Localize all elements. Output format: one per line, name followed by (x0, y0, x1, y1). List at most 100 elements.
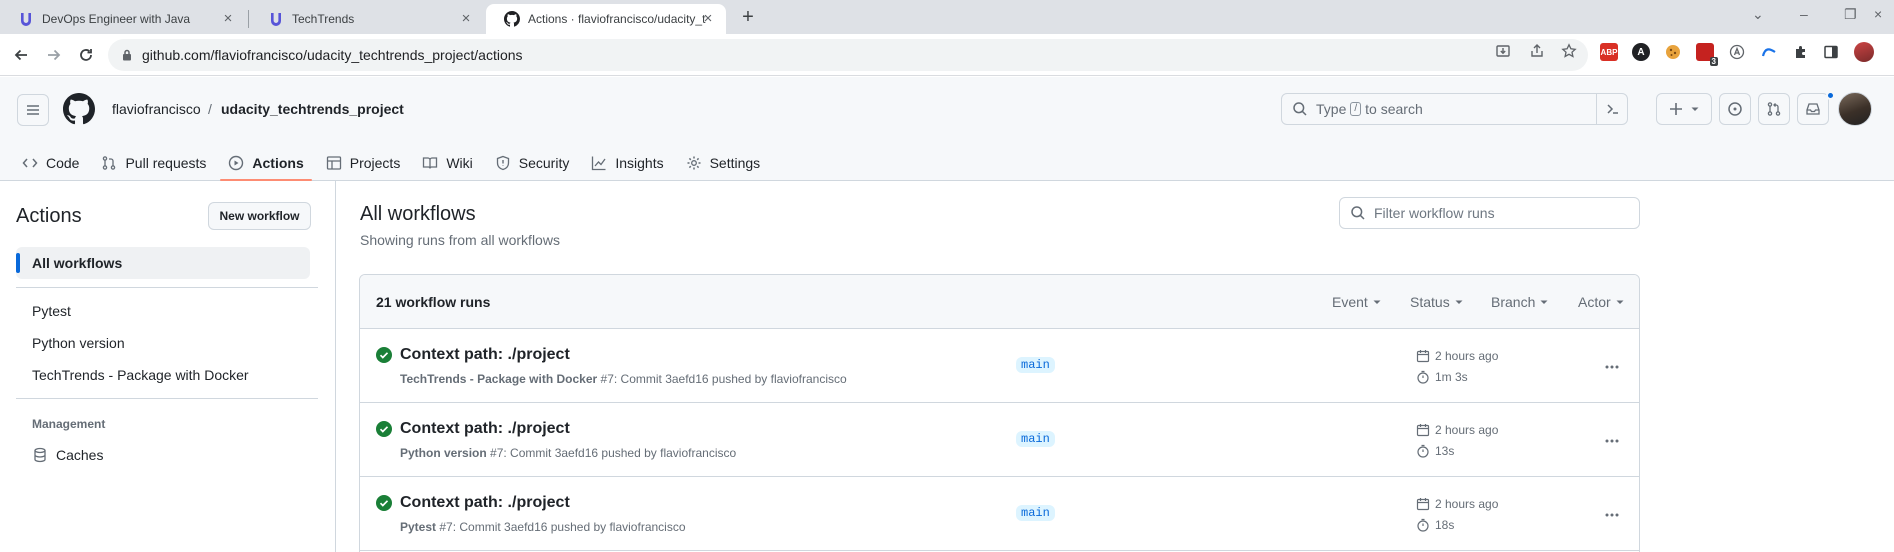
close-tab-icon[interactable]: × (700, 11, 716, 27)
github-logo-icon[interactable] (63, 93, 95, 125)
forward-icon[interactable] (43, 44, 65, 66)
workflow-runs-header: 21 workflow runs Event Status Branch Act… (360, 275, 1639, 329)
issues-button[interactable] (1719, 93, 1751, 125)
breadcrumb-owner[interactable]: flaviofrancisco (112, 101, 201, 117)
reload-icon[interactable] (75, 44, 97, 66)
tab-wiki[interactable]: Wiki (414, 145, 480, 181)
extensions-puzzle-icon[interactable] (1792, 43, 1810, 61)
run-timestamp: 2 hours ago (1416, 349, 1498, 363)
tab-insights[interactable]: Insights (583, 145, 671, 181)
side-panel-icon[interactable] (1822, 43, 1840, 61)
tab-label: Projects (349, 155, 401, 171)
minimize-icon[interactable]: – (1800, 6, 1808, 22)
filter-workflow-runs-input[interactable]: Filter workflow runs (1339, 197, 1640, 229)
tab-label: Security (518, 155, 570, 171)
sidebar-item-python-version[interactable]: Python version (16, 327, 310, 359)
chevron-down-icon (1691, 107, 1699, 111)
breadcrumb-repo[interactable]: udacity_techtrends_project (221, 101, 404, 117)
browser-tabstrip: DevOps Engineer with Java × TechTrends ×… (0, 0, 1894, 34)
close-tab-icon[interactable]: × (458, 11, 474, 27)
menu-icon[interactable] (17, 94, 49, 126)
close-window-icon[interactable]: × (1874, 6, 1882, 22)
create-new-button[interactable] (1656, 93, 1712, 125)
shield-icon (495, 155, 511, 171)
sidebar-item-caches[interactable]: Caches (16, 439, 310, 471)
table-icon (326, 155, 342, 171)
search-placeholder-suffix: to search (1365, 101, 1423, 117)
tab-label: Settings (709, 155, 761, 171)
kebab-menu-icon[interactable] (1600, 503, 1624, 527)
sidebar-item-label: Pytest (32, 303, 71, 319)
sidebar-item-all-workflows[interactable]: All workflows (16, 247, 310, 279)
new-workflow-button[interactable]: New workflow (208, 202, 311, 230)
branch-label[interactable]: main (1016, 357, 1055, 373)
search-icon (1350, 205, 1366, 221)
share-icon[interactable] (1528, 42, 1546, 60)
branch-label[interactable]: main (1016, 505, 1055, 521)
run-title[interactable]: Context path: ./project (400, 420, 570, 438)
tab-search-icon[interactable]: ⌄ (1752, 6, 1764, 23)
tab-label: Code (46, 155, 80, 171)
wave-extension-icon[interactable] (1760, 43, 1778, 61)
adblock-icon[interactable]: ABP (1600, 43, 1618, 61)
book-icon (422, 155, 438, 171)
user-avatar[interactable] (1838, 92, 1872, 126)
run-title[interactable]: Context path: ./project (400, 346, 570, 364)
gear-icon (686, 155, 702, 171)
tab-security[interactable]: Security (487, 145, 578, 181)
tab-code[interactable]: Code (14, 145, 87, 181)
bookmark-star-icon[interactable] (1560, 42, 1578, 60)
chevron-down-icon (1454, 297, 1464, 307)
workflow-run-row[interactable]: Context path: ./project Pytest #7: Commi… (360, 477, 1639, 551)
extension-a-icon[interactable]: A (1632, 43, 1650, 61)
sidebar-item-pytest[interactable]: Pytest (16, 295, 310, 327)
repo-navigation: Code Pull requests Actions Projects Wiki… (14, 145, 774, 181)
kebab-menu-icon[interactable] (1600, 355, 1624, 379)
calendar-extension-icon[interactable]: 3 (1696, 43, 1718, 66)
cookie-extension-icon[interactable] (1664, 43, 1682, 61)
restore-icon[interactable]: ❐ (1844, 6, 1857, 23)
url-text: github.com/flaviofrancisco/udacity_techt… (142, 47, 523, 63)
new-tab-icon[interactable]: + (738, 7, 758, 27)
tab-projects[interactable]: Projects (318, 145, 409, 181)
filter-label: Status (1410, 294, 1450, 310)
inbox-button[interactable] (1797, 93, 1829, 125)
tab-pull-requests[interactable]: Pull requests (93, 145, 214, 181)
browser-tab-devops[interactable]: DevOps Engineer with Java × (0, 4, 246, 34)
status-filter[interactable]: Status (1410, 294, 1464, 310)
back-icon[interactable] (10, 44, 32, 66)
tab-settings[interactable]: Settings (678, 145, 769, 181)
tab-separator (248, 10, 249, 28)
browser-toolbar: github.com/flaviofrancisco/udacity_techt… (0, 34, 1894, 76)
browser-tab-actions[interactable]: Actions · flaviofrancisco/udacity_t × (486, 4, 726, 34)
inbox-icon (1806, 103, 1820, 115)
browser-tab-techtrends[interactable]: TechTrends × (250, 4, 484, 34)
pull-requests-button[interactable] (1758, 93, 1790, 125)
actor-filter[interactable]: Actor (1578, 294, 1625, 310)
run-title[interactable]: Context path: ./project (400, 494, 570, 512)
at-sign-extension-icon[interactable] (1728, 43, 1746, 61)
run-duration-text: 13s (1435, 444, 1455, 458)
tab-actions[interactable]: Actions (220, 145, 313, 181)
calendar-icon (1416, 497, 1430, 511)
run-meta: TechTrends - Package with Docker #7: Com… (400, 372, 847, 386)
calendar-icon (1416, 349, 1430, 363)
close-tab-icon[interactable]: × (220, 11, 236, 27)
event-filter[interactable]: Event (1332, 294, 1382, 310)
branch-filter[interactable]: Branch (1491, 294, 1549, 310)
branch-label[interactable]: main (1016, 431, 1055, 447)
command-palette-icon[interactable] (1596, 93, 1628, 125)
run-commit-info: #7: Commit 3aefd16 pushed by flaviofranc… (436, 520, 686, 534)
search-input[interactable]: Type / to search (1281, 93, 1628, 125)
profile-avatar[interactable] (1854, 42, 1874, 62)
workflow-run-row[interactable]: Context path: ./project TechTrends - Pac… (360, 329, 1639, 403)
kebab-menu-icon[interactable] (1600, 429, 1624, 453)
sidebar-item-techtrends-docker[interactable]: TechTrends - Package with Docker (16, 359, 310, 391)
lock-icon[interactable] (122, 49, 132, 61)
install-app-icon[interactable] (1494, 42, 1512, 60)
workflow-run-row[interactable]: Context path: ./project Python version #… (360, 403, 1639, 477)
run-time-text: 2 hours ago (1435, 423, 1499, 437)
udacity-icon (18, 11, 34, 27)
address-bar[interactable]: github.com/flaviofrancisco/udacity_techt… (108, 39, 1588, 71)
check-circle-icon (376, 495, 392, 511)
